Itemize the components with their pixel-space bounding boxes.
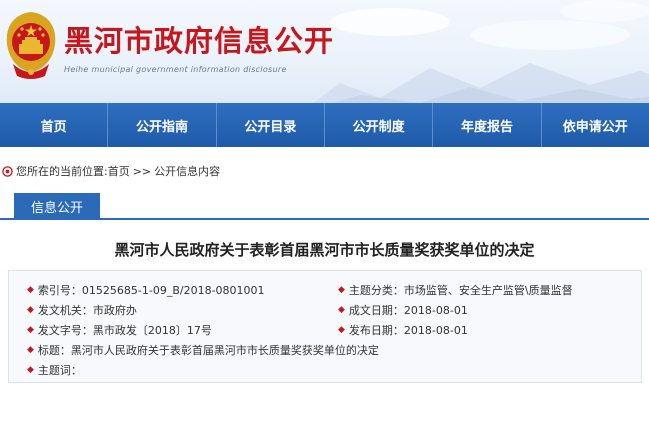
bullet-icon: ◆ (27, 365, 34, 375)
meta-doc-number: ◆ 发文字号： 黑市政发〔2018〕17号 (27, 322, 212, 338)
document-title: 黑河市人民政府关于表彰首届黑河市市长质量奖获奖单位的决定 (114, 241, 535, 259)
meta-value: 01525685-1-09_B/2018-0801001 (81, 283, 265, 297)
site-title: 黑河市政府信息公开 (64, 24, 335, 58)
section-bar: 信息公开 (0, 193, 649, 220)
cloud-decoration (330, 8, 450, 36)
main-nav: 首页 公开指南 公开目录 公开制度 年度报告 依申请公开 (0, 103, 649, 147)
meta-published-date: ◆ 发布日期： 2018-08-01 (338, 322, 468, 338)
meta-index-no: ◆ 索引号： 01525685-1-09_B/2018-0801001 (27, 282, 265, 298)
nav-item-annual-report[interactable]: 年度报告 (433, 103, 542, 147)
bullet-icon: ◆ (27, 325, 34, 335)
tab-info-disclosure[interactable]: 信息公开 (14, 193, 100, 220)
meta-value: 市政府办 (92, 304, 137, 317)
breadcrumb-current-link[interactable]: 公开信息内容 (154, 163, 220, 179)
meta-title: ◆ 标题： 黑河市人民政府关于表彰首届黑河市市长质量奖获奖单位的决定 (27, 342, 379, 358)
meta-label: 主题分类： (348, 284, 404, 297)
bullet-icon: ◆ (338, 285, 345, 295)
bullet-icon: ◆ (27, 345, 34, 355)
breadcrumb-separator: >> (132, 164, 152, 178)
mountain-decoration (313, 63, 649, 103)
meta-value: 黑市政发〔2018〕17号 (92, 324, 212, 337)
cloud-decoration (560, 0, 649, 22)
meta-label: 发文字号： (37, 324, 93, 337)
meta-issuer: ◆ 发文机关： 市政府办 (27, 302, 137, 318)
nav-item-home[interactable]: 首页 (0, 103, 109, 147)
bullet-icon: ◆ (27, 305, 34, 315)
breadcrumb-prefix: 您所在的当前位置: (16, 165, 108, 178)
meta-label: 成文日期： (348, 304, 404, 317)
meta-value: 市场监管、安全生产监管\质量监督 (403, 284, 573, 297)
meta-label: 发布日期： (348, 324, 404, 337)
meta-value: 2018-08-01 (403, 323, 468, 337)
meta-label: 标题： (37, 344, 71, 357)
nav-item-guide[interactable]: 公开指南 (108, 103, 217, 147)
national-emblem-icon (6, 12, 56, 79)
nav-item-system[interactable]: 公开制度 (325, 103, 434, 147)
site-subtitle: Heihe municipal government information d… (64, 65, 287, 74)
bullet-icon: ◆ (338, 305, 345, 315)
meta-label: 主题词： (37, 364, 82, 377)
bullet-icon: ◆ (27, 285, 34, 295)
document-meta-box: ◆ 索引号： 01525685-1-09_B/2018-0801001 ◆ 主题… (8, 270, 642, 383)
breadcrumb: 您所在的当前位置: 首页 >> 公开信息内容 (0, 163, 220, 179)
meta-keywords: ◆ 主题词： (27, 362, 82, 378)
nav-item-catalog[interactable]: 公开目录 (217, 103, 325, 147)
meta-value: 2018-08-01 (403, 303, 468, 317)
nav-item-apply[interactable]: 依申请公开 (542, 103, 649, 147)
site-header: 黑河市政府信息公开 Heihe municipal government inf… (0, 0, 649, 103)
meta-label: 索引号： (37, 284, 82, 297)
location-icon (2, 165, 13, 177)
meta-category: ◆ 主题分类： 市场监管、安全生产监管\质量监督 (338, 282, 573, 298)
bullet-icon: ◆ (338, 325, 345, 335)
meta-label: 发文机关： (37, 304, 93, 317)
meta-created-date: ◆ 成文日期： 2018-08-01 (338, 302, 468, 318)
meta-value: 黑河市人民政府关于表彰首届黑河市市长质量奖获奖单位的决定 (70, 344, 379, 357)
breadcrumb-home-link[interactable]: 首页 (108, 163, 130, 179)
